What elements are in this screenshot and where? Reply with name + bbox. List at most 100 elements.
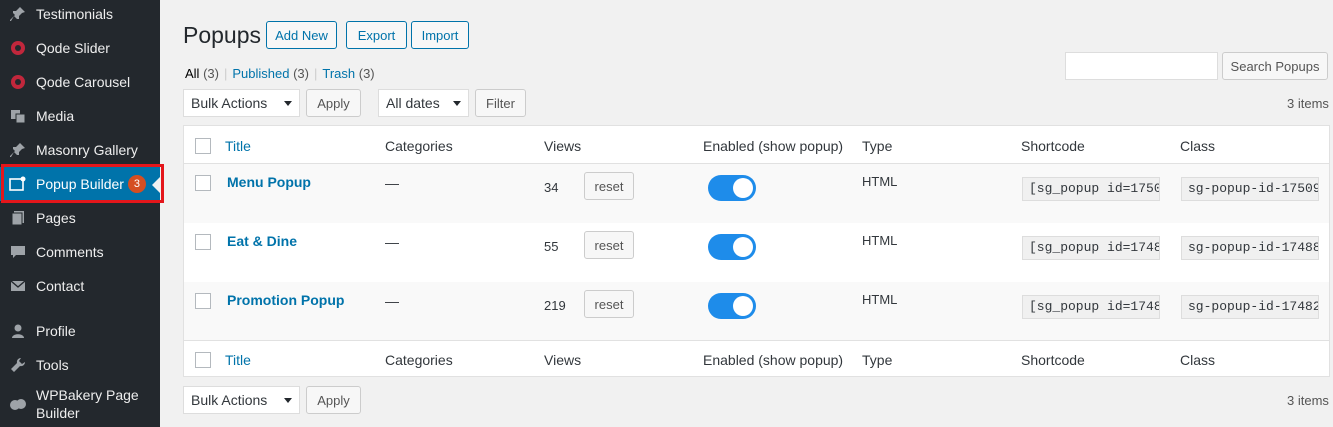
sidebar-item-qode-slider[interactable]: Qode Slider xyxy=(0,31,160,65)
column-enabled: Enabled (show popup) xyxy=(703,352,844,368)
column-enabled: Enabled (show popup) xyxy=(703,138,844,154)
sidebar-item-label: Masonry Gallery xyxy=(36,142,138,158)
search-popups-button[interactable]: Search Popups xyxy=(1222,52,1328,80)
select-all-checkbox[interactable] xyxy=(195,138,211,154)
table-footer: Title Categories Views Enabled (show pop… xyxy=(184,340,1329,376)
column-class: Class xyxy=(1180,138,1216,154)
enabled-toggle[interactable] xyxy=(708,293,756,319)
add-new-button[interactable]: Add New xyxy=(266,21,337,49)
pages-icon xyxy=(0,210,36,226)
sidebar-item-label: Popup Builder xyxy=(36,176,124,192)
main-content: Popups Add New Export Import All (3) | Pub… xyxy=(160,0,1333,427)
chevron-down-icon xyxy=(284,398,292,407)
popups-table: Title Categories Views Enabled (show pop… xyxy=(183,125,1330,377)
sidebar-item-testimonials[interactable]: Testimonials xyxy=(0,0,160,31)
views-value: 34 xyxy=(544,180,559,195)
search-input[interactable] xyxy=(1065,52,1218,80)
sidebar-item-label: Contact xyxy=(36,278,85,294)
column-type: Type xyxy=(862,138,893,154)
row-checkbox[interactable] xyxy=(195,293,211,309)
sidebar-item-popup-builder[interactable]: Popup Builder 3 xyxy=(0,167,160,201)
column-class: Class xyxy=(1180,352,1216,368)
column-type: Type xyxy=(862,352,893,368)
table-row: Menu Popup — 34 reset HTML [sg_popup id=… xyxy=(184,164,1329,223)
sidebar-item-media[interactable]: Media xyxy=(0,99,160,133)
enabled-toggle[interactable] xyxy=(708,234,756,260)
sidebar-item-label: Comments xyxy=(36,244,104,260)
sidebar-item-wpbakery[interactable]: WPBakery Page Builder xyxy=(0,382,160,426)
shortcode-field[interactable]: [sg_popup id=1748 xyxy=(1022,236,1160,260)
categories-value: — xyxy=(385,234,399,250)
popup-title-link[interactable]: Promotion Popup xyxy=(227,292,344,308)
table-row: Eat & Dine — 55 reset HTML [sg_popup id=… xyxy=(184,223,1329,282)
chevron-down-icon xyxy=(284,101,292,110)
sidebar-item-label: WPBakery Page Builder xyxy=(36,387,139,421)
items-count-bottom: 3 items xyxy=(1287,393,1329,408)
reset-views-button[interactable]: reset xyxy=(584,290,634,318)
table-header: Title Categories Views Enabled (show pop… xyxy=(184,126,1329,164)
shortcode-field[interactable]: [sg_popup id=1748 xyxy=(1022,295,1160,319)
chevron-down-icon xyxy=(453,101,461,110)
table-row: Promotion Popup — 219 reset HTML [sg_pop… xyxy=(184,282,1329,340)
sidebar-item-label: Qode Carousel xyxy=(36,74,131,90)
sidebar-item-comments[interactable]: Comments xyxy=(0,235,160,269)
reset-views-button[interactable]: reset xyxy=(584,172,634,200)
column-views: Views xyxy=(544,138,582,154)
filter-all[interactable]: All (3) xyxy=(185,66,219,81)
sidebar-item-profile[interactable]: Profile xyxy=(0,314,160,348)
filter-button[interactable]: Filter xyxy=(475,89,526,117)
pin-icon xyxy=(0,6,36,22)
type-value: HTML xyxy=(862,174,898,189)
import-button[interactable]: Import xyxy=(411,21,469,49)
filter-trash[interactable]: Trash (3) xyxy=(322,66,374,81)
class-field[interactable]: sg-popup-id-17509 xyxy=(1181,177,1319,201)
sidebar-item-label: Qode Slider xyxy=(36,40,110,56)
categories-value: — xyxy=(385,293,399,309)
column-shortcode: Shortcode xyxy=(1021,138,1085,154)
reset-views-button[interactable]: reset xyxy=(584,231,634,259)
mail-icon xyxy=(0,278,36,294)
bakery-icon xyxy=(0,397,36,411)
column-shortcode: Shortcode xyxy=(1021,352,1085,368)
sidebar-item-pages[interactable]: Pages xyxy=(0,201,160,235)
popup-title-link[interactable]: Eat & Dine xyxy=(227,233,297,249)
enabled-toggle[interactable] xyxy=(708,175,756,201)
column-views: Views xyxy=(544,352,582,368)
qode-icon xyxy=(0,40,36,56)
row-checkbox[interactable] xyxy=(195,175,211,191)
shortcode-field[interactable]: [sg_popup id=1750 xyxy=(1022,177,1160,201)
wrench-icon xyxy=(0,357,36,373)
status-filter-links: All (3) | Published (3) | Trash (3) xyxy=(185,66,375,81)
categories-value: — xyxy=(385,175,399,191)
apply-button[interactable]: Apply xyxy=(306,89,361,117)
sidebar-item-label: Media xyxy=(36,108,75,124)
sidebar-item-masonry-gallery[interactable]: Masonry Gallery xyxy=(0,133,160,167)
count-badge: 3 xyxy=(127,175,146,193)
sidebar-item-label: Profile xyxy=(36,323,76,339)
items-count: 3 items xyxy=(1287,96,1329,111)
select-all-checkbox[interactable] xyxy=(195,352,211,368)
popup-title-link[interactable]: Menu Popup xyxy=(227,174,311,190)
column-title[interactable]: Title xyxy=(225,138,251,154)
column-title[interactable]: Title xyxy=(225,352,251,368)
sidebar-item-label: Pages xyxy=(36,210,76,226)
media-icon xyxy=(0,108,36,124)
bulk-actions-select-bottom[interactable]: Bulk Actions xyxy=(183,386,300,414)
class-field[interactable]: sg-popup-id-17482 xyxy=(1181,295,1319,319)
sidebar-item-qode-carousel[interactable]: Qode Carousel xyxy=(0,65,160,99)
views-value: 219 xyxy=(544,298,566,313)
type-value: HTML xyxy=(862,292,898,307)
sidebar-item-contact[interactable]: Contact xyxy=(0,269,160,303)
row-checkbox[interactable] xyxy=(195,234,211,250)
class-field[interactable]: sg-popup-id-17488 xyxy=(1181,236,1319,260)
sidebar-item-tools[interactable]: Tools xyxy=(0,348,160,382)
export-button[interactable]: Export xyxy=(346,21,407,49)
apply-button-bottom[interactable]: Apply xyxy=(306,386,361,414)
popup-icon xyxy=(0,176,36,192)
type-value: HTML xyxy=(862,233,898,248)
page-title: Popups xyxy=(183,22,262,48)
filter-published[interactable]: Published (3) xyxy=(232,66,309,81)
date-filter-select[interactable]: All dates xyxy=(378,89,469,117)
qode-icon xyxy=(0,74,36,90)
bulk-actions-select[interactable]: Bulk Actions xyxy=(183,89,300,117)
